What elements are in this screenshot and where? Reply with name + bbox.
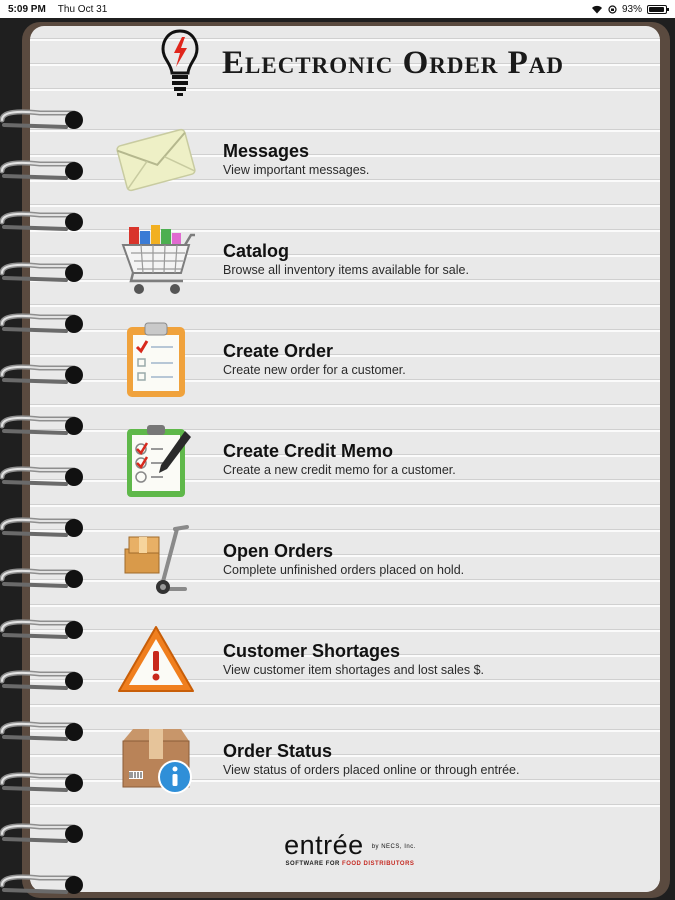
spiral-ring [0,721,83,741]
menu-item-messages[interactable]: Messages View important messages. [112,112,652,208]
spiral-ring [0,364,83,384]
menu-label: Open Orders [223,540,334,561]
spiral-ring [0,313,83,333]
wifi-icon [591,5,602,13]
brand-tagline: SOFTWARE FOR FOOD DISTRIBUTORS [270,861,430,867]
spiral-ring [0,823,83,843]
spiral-ring [0,466,83,486]
brand-name: entrée [284,830,364,860]
spiral-ring [0,772,83,792]
spiral-ring [0,160,83,180]
menu-label: Messages [223,140,310,161]
battery-icon [647,4,669,14]
page-title: Electronic Order Pad [222,44,565,81]
footer-logo: entrée by NECS, Inc. SOFTWARE FOR FOOD D… [270,830,430,890]
menu-item-create-credit-memo[interactable]: Create Credit Memo Create a new credit m… [112,412,652,508]
spiral-ring [0,568,83,588]
menu-label: Create Credit Memo [223,440,394,461]
hand-truck-icon [112,516,200,604]
spiral-ring [0,262,83,282]
spiral-ring [0,415,83,435]
menu-label: Create Order [223,340,334,361]
shopping-cart-icon [112,216,200,304]
menu-description: View customer item shortages and lost sa… [223,662,485,677]
package-info-icon [112,716,200,804]
spiral-ring [0,670,83,690]
tagline-highlight: FOOD DISTRIBUTORS [342,861,415,867]
menu-item-open-orders[interactable]: Open Orders Complete unfinished orders p… [112,512,652,608]
app-header: Electronic Order Pad [160,28,564,98]
spiral-ring [0,109,83,129]
brand-by: by NECS, Inc. [371,843,416,850]
menu-label: Order Status [223,740,333,761]
menu-item-create-order[interactable]: Create Order Create new order for a cust… [112,312,652,408]
status-time: 5:09 PM [8,3,46,15]
menu-item-catalog[interactable]: Catalog Browse all inventory items avail… [112,212,652,308]
spiral-ring [0,517,83,537]
spiral-ring [0,619,83,639]
status-bar: 5:09 PM Thu Oct 31 93% [0,0,675,18]
rotation-lock-icon [608,4,617,14]
menu-item-order-status[interactable]: Order Status View status of orders place… [112,712,652,808]
menu-label: Catalog [223,240,290,261]
clipboard-icon [112,316,200,404]
warning-icon [112,616,200,704]
menu-description: Create new order for a customer. [223,362,406,377]
envelope-icon [112,116,200,204]
spiral-ring [0,874,83,894]
spiral-ring [0,211,83,231]
status-date: Thu Oct 31 [57,3,108,15]
menu-description: View status of orders placed online or t… [223,762,520,777]
lightbulb-icon [161,29,199,96]
menu-description: Browse all inventory items available for… [223,262,469,277]
menu-label: Customer Shortages [223,640,401,661]
menu-item-customer-shortages[interactable]: Customer Shortages View customer item sh… [112,612,652,708]
battery-percent: 93% [621,3,642,15]
menu-description: Complete unfinished orders placed on hol… [223,562,465,577]
tagline-prefix: SOFTWARE FOR [285,861,343,867]
menu-description: Create a new credit memo for a customer. [223,462,456,477]
entree-logo: entrée by NECS, Inc. [270,830,430,861]
checklist-pen-icon [112,416,200,504]
menu-description: View important messages. [223,162,370,177]
